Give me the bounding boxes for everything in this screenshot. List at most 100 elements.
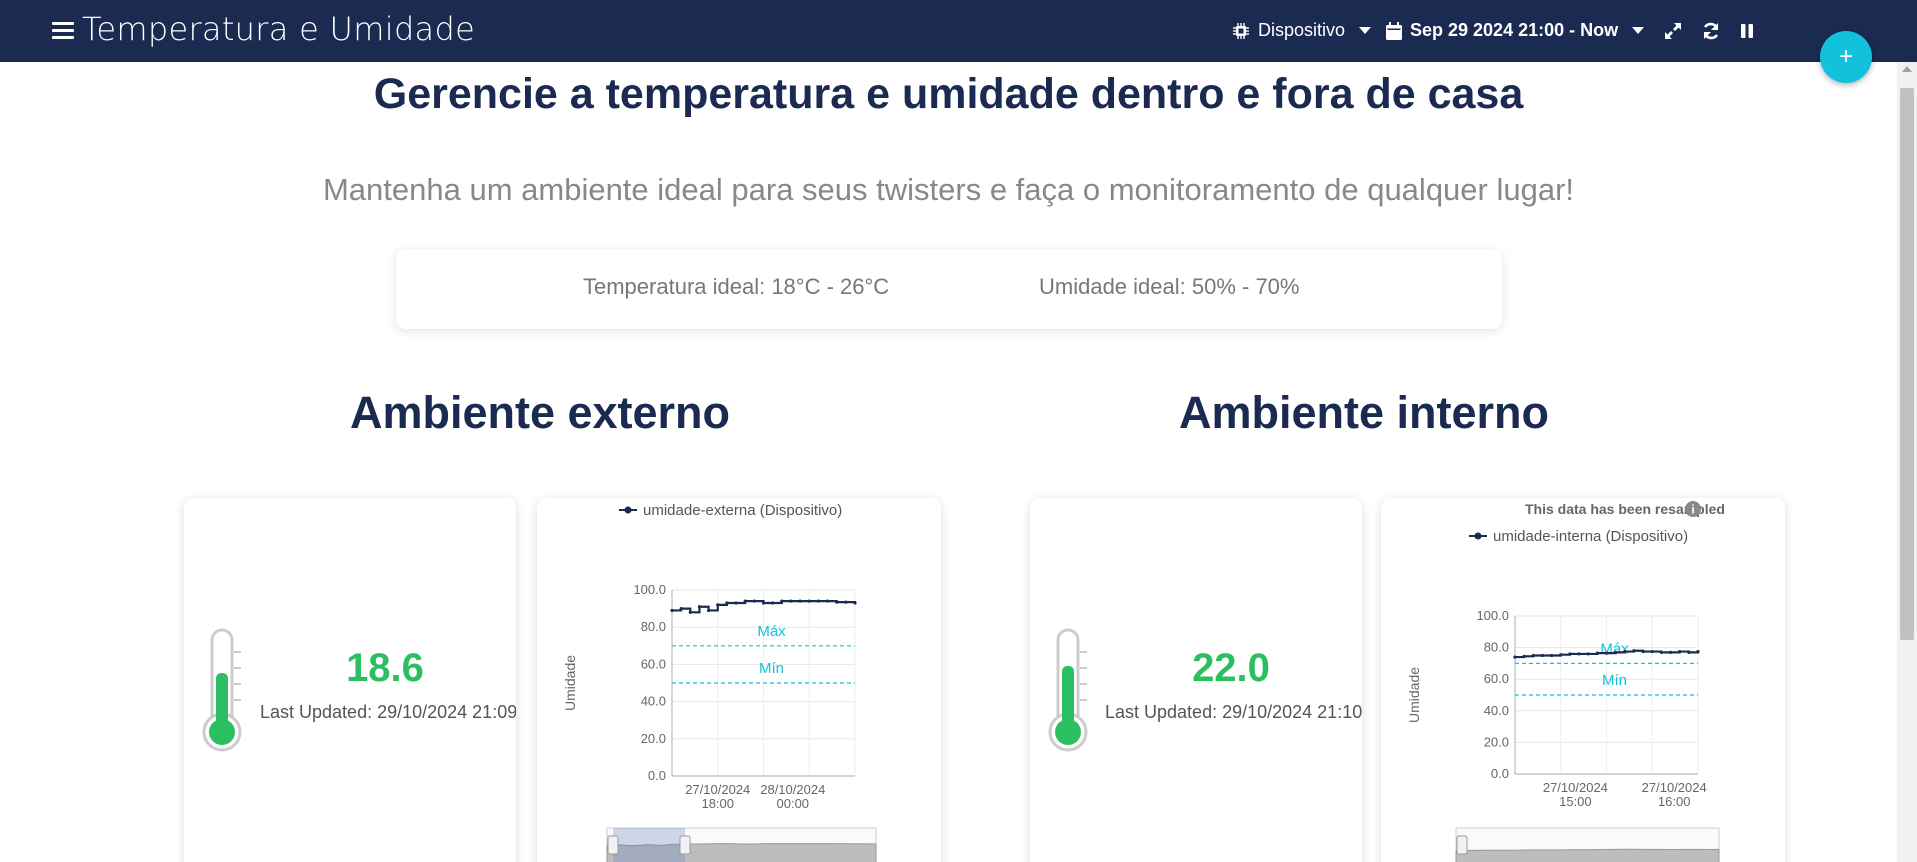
series-point <box>798 599 802 603</box>
x-tick-date: 27/10/2024 <box>685 782 750 797</box>
series-point <box>679 607 683 611</box>
x-tick-time: 15:00 <box>1559 794 1592 809</box>
external-humidity-chart[interactable]: umidade-externa (Dispositivo) 0.0 20.0 40.0… <box>537 498 941 862</box>
legend-marker <box>624 506 632 514</box>
navigator-handle[interactable] <box>679 835 691 855</box>
date-range-label: Sep 29 2024 21:00 - Now <box>1410 20 1619 40</box>
info-icon: i <box>1685 501 1701 517</box>
series-point <box>1696 649 1700 654</box>
y-tick-label: 40.0 <box>641 694 666 709</box>
threshold-label: Máx <box>1600 640 1629 657</box>
y-tick-label: 0.0 <box>1491 766 1509 781</box>
range-navigator <box>606 827 877 862</box>
series-point <box>752 599 756 603</box>
series-point <box>844 600 848 604</box>
series-point <box>707 608 711 613</box>
y-tick-label: 20.0 <box>1484 734 1509 749</box>
series-point <box>1659 650 1663 654</box>
calendar-icon <box>1386 21 1402 40</box>
navigator-handle[interactable] <box>1456 835 1468 855</box>
y-tick-label: 100.0 <box>633 582 666 597</box>
series-point <box>1586 652 1590 656</box>
series-point <box>725 601 729 605</box>
y-tick-label: 100.0 <box>1476 608 1509 623</box>
thermometer-icon <box>202 628 242 752</box>
chevron-down-icon <box>1359 27 1372 34</box>
y-axis-label: Umidade <box>1406 667 1422 723</box>
series-point <box>1623 649 1627 654</box>
x-tick-time: 16:00 <box>1658 794 1691 809</box>
add-button[interactable]: + <box>1820 31 1872 83</box>
external-last-updated: Last Updated: 29/10/2024 21:09 <box>260 702 516 722</box>
navigator-handle[interactable] <box>607 835 619 855</box>
date-range-selector[interactable]: Sep 29 2024 21:00 - Now <box>1386 20 1645 41</box>
series-point <box>825 599 830 603</box>
device-selector[interactable]: Dispositivo <box>1232 20 1372 41</box>
pause-icon[interactable] <box>1734 18 1760 44</box>
series-point <box>1522 654 1526 658</box>
fullscreen-icon[interactable] <box>1660 18 1686 44</box>
series-point <box>1641 649 1645 654</box>
series-point <box>734 601 738 605</box>
x-tick-time: 00:00 <box>777 796 810 811</box>
navigator-area <box>1455 848 1720 862</box>
y-tick-label: 60.0 <box>641 656 666 671</box>
page-scrollbar[interactable] <box>1897 62 1917 862</box>
series-point <box>1687 650 1691 654</box>
series-point <box>1568 652 1572 656</box>
navigator-selection <box>613 828 685 862</box>
y-tick-label: 60.0 <box>1484 671 1509 686</box>
series-point <box>1577 652 1581 656</box>
series-point <box>1668 650 1673 654</box>
series-point <box>1550 653 1554 658</box>
scrollbar-thumb[interactable] <box>1900 88 1914 640</box>
scroll-up-arrow-icon[interactable] <box>1902 66 1912 72</box>
internal-temperature-value: 22.0 <box>1192 646 1270 690</box>
x-tick-date: 27/10/2024 <box>1642 780 1707 795</box>
series-point <box>1559 653 1563 657</box>
series-point <box>688 610 692 614</box>
y-axis-label: Umidade <box>562 655 578 711</box>
legend-label: umidade-interna (Dispositivo) <box>1493 528 1688 545</box>
y-tick-label: 80.0 <box>1484 640 1509 655</box>
threshold-label: Mín <box>1602 672 1627 689</box>
series-point <box>1604 651 1609 655</box>
page-heading: Gerencie a temperatura e umidade dentro … <box>373 70 1524 118</box>
chip-icon <box>1233 22 1249 39</box>
internal-humidity-chart[interactable]: This data has been resamplediumidade-int… <box>1381 498 1785 862</box>
page-subheading: Mantenha um ambiente ideal para seus twi… <box>322 172 1575 207</box>
series-point <box>1540 653 1545 658</box>
hamburger-menu-icon[interactable] <box>52 22 74 40</box>
internal-section-title: Ambiente interno <box>1178 387 1550 438</box>
top-bar: Temperatura e Umidade Dispositivo Sep 29… <box>0 0 1917 62</box>
series-point <box>771 601 775 605</box>
series-point <box>1614 650 1618 654</box>
refresh-icon[interactable] <box>1698 18 1724 44</box>
external-section-title: Ambiente externo <box>349 387 731 438</box>
x-tick-date: 28/10/2024 <box>760 782 825 797</box>
y-tick-label: 40.0 <box>1484 703 1509 718</box>
y-tick-label: 80.0 <box>641 619 666 634</box>
series-point <box>1595 651 1599 655</box>
series-point <box>853 601 857 605</box>
x-tick-date: 27/10/2024 <box>1543 780 1608 795</box>
y-tick-label: 0.0 <box>648 768 666 783</box>
external-temperature-card: 18.6 Last Updated: 29/10/2024 21:09 <box>184 498 516 862</box>
series-point <box>670 608 674 613</box>
internal-temperature-card: 22.0 Last Updated: 29/10/2024 21:10 <box>1030 498 1362 862</box>
series-point <box>807 599 811 603</box>
device-label: Dispositivo <box>1258 20 1346 40</box>
ideal-humidity-text: Umidade ideal: 50% - 70% <box>1039 274 1300 299</box>
dashboard-content: Gerencie a temperatura e umidade dentro … <box>0 62 1897 862</box>
app-title: Temperatura e Umidade <box>82 10 476 48</box>
info-icon-glyph: i <box>1691 503 1694 517</box>
y-tick-label: 20.0 <box>641 731 666 746</box>
series-point <box>743 599 747 603</box>
chevron-down-icon <box>1632 27 1645 34</box>
ideal-temperature-text: Temperatura ideal: 18°C - 26°C <box>583 274 890 299</box>
series-point <box>780 599 784 603</box>
threshold-label: Mín <box>759 660 784 677</box>
series-point <box>1650 649 1654 654</box>
series-point <box>1531 653 1535 658</box>
series-point <box>789 599 793 603</box>
